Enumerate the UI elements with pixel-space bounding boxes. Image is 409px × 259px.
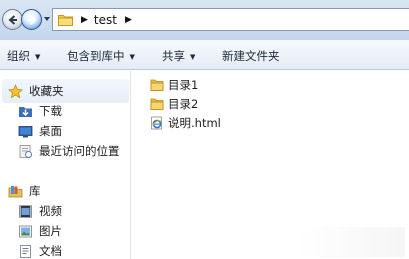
organize-button[interactable]: 组织 ▼	[7, 48, 40, 64]
ie-html-file-icon	[151, 116, 163, 130]
forward-arrow-icon	[27, 14, 37, 25]
watermark-area	[295, 227, 405, 257]
library-icon	[8, 185, 23, 197]
nav-item-pictures[interactable]: 图片	[18, 223, 62, 239]
desktop-icon	[18, 125, 33, 137]
file-list: 目录1 目录2 说明.html	[132, 71, 409, 259]
address-bar[interactable]: ▶ test ▶	[52, 8, 409, 31]
chevron-down-icon: ▼	[35, 53, 41, 61]
nav-libraries-label: 库	[29, 184, 41, 198]
pictures-icon	[19, 225, 32, 237]
organize-label: 组织	[7, 49, 30, 63]
breadcrumb-separator-icon[interactable]: ▶	[81, 15, 88, 25]
download-folder-icon	[19, 106, 32, 117]
nav-item-label: 文档	[39, 244, 62, 258]
nav-item-recent-places[interactable]: 最近访问的位置	[18, 143, 120, 159]
folder-icon	[58, 14, 73, 26]
nav-item-videos[interactable]: 视频	[18, 203, 62, 219]
share-button[interactable]: 共享 ▼	[162, 48, 195, 64]
nav-item-downloads[interactable]: 下载	[18, 103, 62, 119]
chevron-down-icon: ▼	[129, 53, 135, 61]
back-arrow-icon	[7, 14, 17, 25]
list-item-html-file[interactable]: 说明.html	[150, 115, 221, 131]
nav-item-label: 下载	[39, 104, 62, 118]
nav-libraries[interactable]: 库	[8, 183, 41, 199]
folder-icon	[150, 98, 164, 110]
folder-icon	[150, 79, 164, 91]
nav-item-label: 桌面	[39, 124, 62, 138]
nav-item-label: 最近访问的位置	[39, 144, 120, 158]
file-name: 目录2	[168, 97, 199, 111]
forward-button[interactable]	[21, 9, 42, 30]
history-dropdown-icon[interactable]	[43, 15, 51, 23]
include-in-library-button[interactable]: 包含到库中 ▼	[67, 48, 135, 64]
breadcrumb-test[interactable]: test	[94, 13, 117, 27]
breadcrumb-separator-icon[interactable]: ▶	[125, 15, 132, 25]
nav-favorites-label: 收藏夹	[29, 84, 64, 98]
back-button[interactable]	[2, 9, 23, 30]
navigation-pane: 收藏夹 下载 桌面 最近访问的位置 库 视频 图片 文档	[0, 71, 131, 259]
new-folder-label: 新建文件夹	[222, 49, 280, 63]
nav-item-label: 视频	[39, 204, 62, 218]
recent-places-icon	[19, 144, 32, 158]
new-folder-button[interactable]: 新建文件夹	[222, 48, 280, 64]
share-label: 共享	[162, 49, 185, 63]
file-name: 说明.html	[168, 116, 221, 130]
list-item-folder-1[interactable]: 目录1	[150, 77, 198, 93]
nav-favorites[interactable]: 收藏夹	[8, 83, 64, 99]
documents-icon	[20, 244, 31, 258]
address-strip: ▶ test ▶	[0, 0, 409, 40]
nav-item-documents[interactable]: 文档	[18, 243, 62, 259]
command-bar: 组织 ▼ 包含到库中 ▼ 共享 ▼ 新建文件夹	[0, 40, 409, 70]
nav-item-desktop[interactable]: 桌面	[18, 123, 62, 139]
videos-icon	[19, 205, 32, 217]
include-library-label: 包含到库中	[67, 49, 125, 63]
list-item-folder-2[interactable]: 目录2	[150, 96, 198, 112]
chevron-down-icon: ▼	[190, 53, 196, 61]
nav-item-label: 图片	[39, 224, 62, 238]
file-name: 目录1	[168, 78, 199, 92]
star-icon	[8, 83, 23, 98]
